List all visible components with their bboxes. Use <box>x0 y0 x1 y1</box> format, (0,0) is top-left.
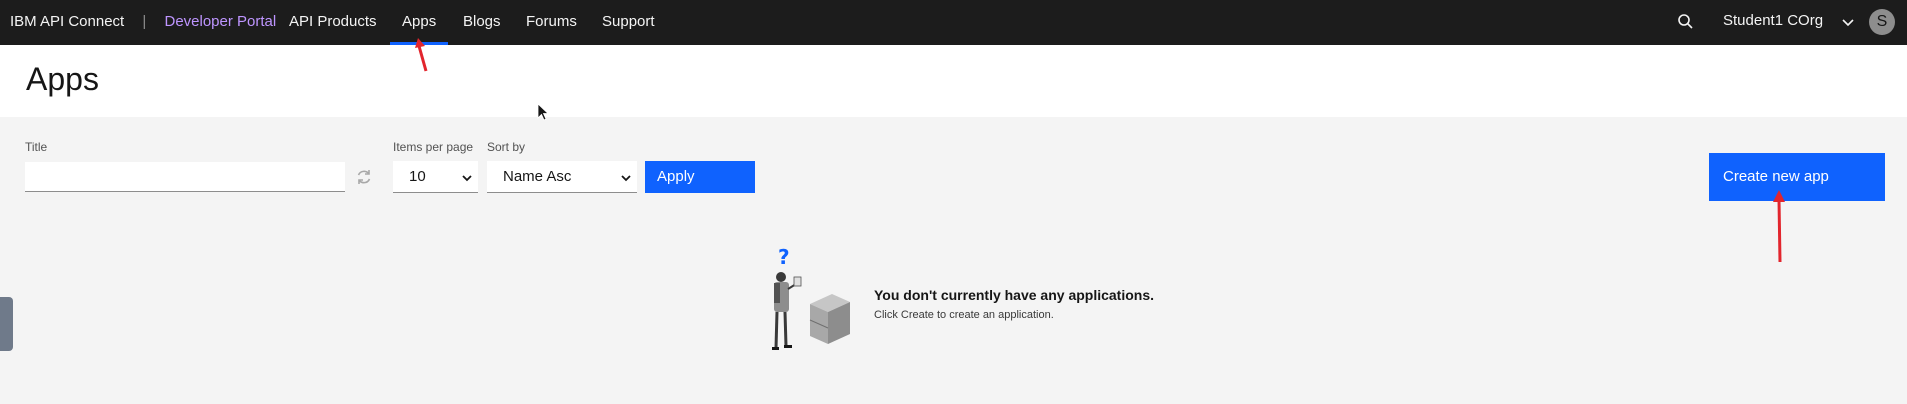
page-title: Apps <box>26 61 99 97</box>
empty-state-illustration: ? <box>772 245 850 350</box>
chevron-down-icon[interactable] <box>1838 12 1858 32</box>
items-per-page-select[interactable]: 10 <box>393 161 478 193</box>
items-per-page-value: 10 <box>409 168 426 185</box>
nav-forums[interactable]: Forums <box>526 0 577 45</box>
empty-state-heading: You don't currently have any application… <box>874 287 1155 303</box>
nav-api-products[interactable]: API Products <box>289 0 377 45</box>
user-menu[interactable]: Student1 COrg <box>1723 12 1823 29</box>
empty-state-message: Click Create to create an application. <box>874 309 1054 321</box>
side-panel-tab[interactable] <box>0 297 13 351</box>
sort-by-select[interactable]: Name Asc <box>487 161 637 193</box>
question-mark-icon: ? <box>778 245 790 269</box>
brand-separator: | <box>142 13 147 30</box>
search-icon[interactable] <box>1676 12 1696 32</box>
caret-down-icon <box>621 175 631 182</box>
nav-support[interactable]: Support <box>602 0 655 45</box>
annotation-arrow-create <box>1773 190 1785 263</box>
title-label: Title <box>25 140 48 154</box>
apply-button[interactable]: Apply <box>645 161 755 193</box>
avatar[interactable]: S <box>1869 9 1895 35</box>
annotation-arrow-apps <box>415 38 428 72</box>
mouse-cursor-icon <box>537 103 549 121</box>
sort-by-value: Name Asc <box>503 168 572 185</box>
title-filter-input[interactable] <box>25 162 345 192</box>
brand-name[interactable]: IBM API Connect <box>10 13 124 30</box>
sort-by-label: Sort by <box>487 140 526 154</box>
top-navigation: IBM API Connect | Developer Portal API P… <box>0 0 1907 45</box>
refresh-icon[interactable] <box>354 167 374 187</box>
portal-link[interactable]: Developer Portal <box>164 13 276 30</box>
items-per-page-label: Items per page <box>393 140 474 154</box>
create-new-app-button[interactable]: Create new app <box>1709 153 1885 201</box>
page-header: Apps <box>0 45 1907 117</box>
brand: IBM API Connect | Developer Portal <box>10 13 276 30</box>
caret-down-icon <box>462 175 472 182</box>
nav-blogs[interactable]: Blogs <box>463 0 501 45</box>
